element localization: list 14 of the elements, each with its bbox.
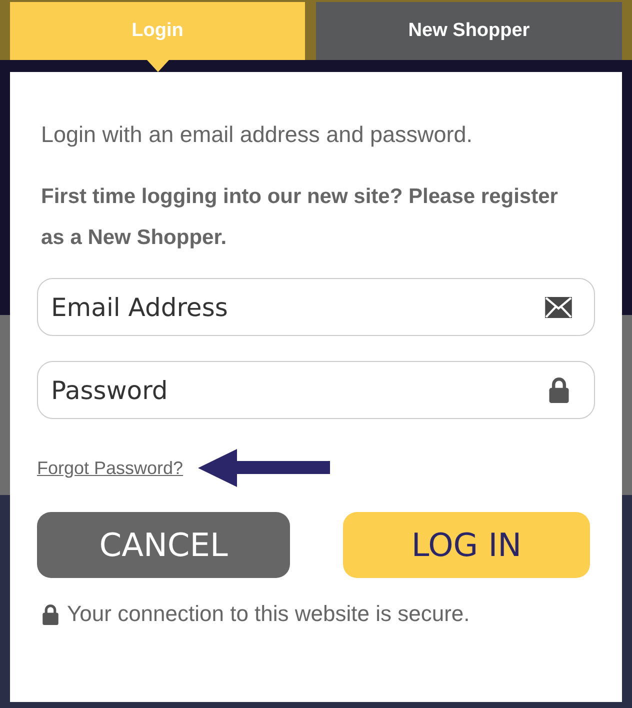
cancel-button[interactable]: CANCEL [37, 512, 290, 578]
email-field[interactable]: Email Address [37, 278, 595, 336]
left-arrow-icon [198, 449, 330, 487]
password-field[interactable]: Password [37, 361, 595, 419]
tab-pointer-icon [146, 60, 168, 72]
notice-text: First time logging into our new site? Please register as a New Shopper. [40, 184, 559, 251]
lock-icon [41, 604, 60, 624]
log-in-button[interactable]: LOG IN [343, 512, 590, 578]
security-note: Your connection to this website is secure. [67, 600, 470, 628]
tab[interactable]: New Shopper [316, 2, 622, 60]
lock-icon [547, 377, 571, 403]
forgot-password-link[interactable]: Forgot Password? [37, 457, 184, 479]
intro-text: Login with an email address and password. [40, 121, 474, 149]
envelope-icon [545, 297, 572, 318]
